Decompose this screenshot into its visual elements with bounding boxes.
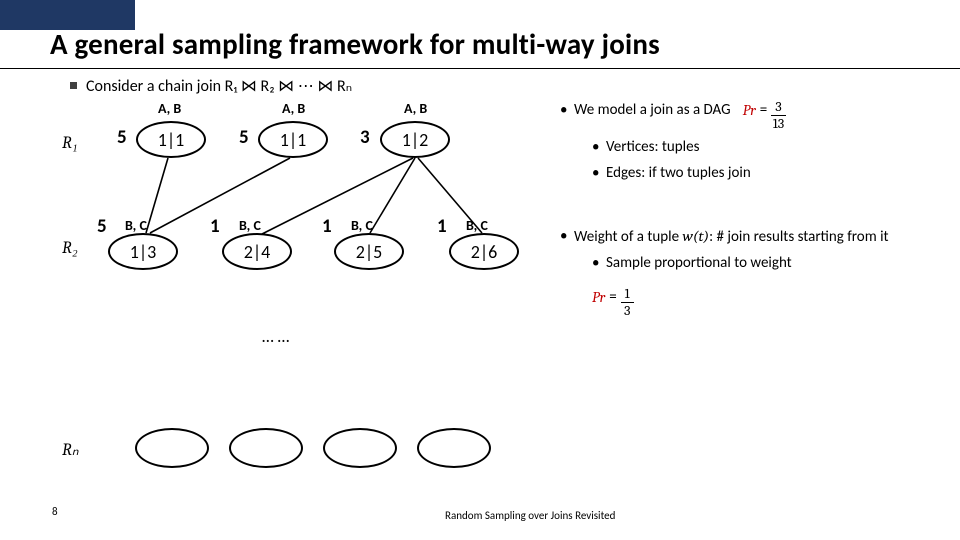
- bullet-sample: Sample proportional to weight: [606, 253, 792, 273]
- node-weight: 5: [97, 215, 107, 238]
- footer-caption: Random Sampling over Joins Revisited: [445, 509, 615, 522]
- consider-line: Consider a chain join R₁ ⋈ R₂ ⋈ ⋯ ⋈ Rₙ: [86, 76, 352, 96]
- slide-title: A general sampling framework for multi-w…: [50, 26, 660, 62]
- node-head: A, B: [282, 100, 305, 117]
- relation-r2: R₂: [62, 238, 78, 258]
- title-underline: [0, 68, 960, 69]
- node-head: B, C: [351, 217, 373, 234]
- r2-node-3: 2|6: [449, 233, 519, 270]
- relation-r1: R₁: [62, 133, 78, 153]
- node-value: 1|2: [402, 129, 429, 151]
- node-weight: 1: [210, 215, 220, 238]
- r1-node-1: 1|1: [258, 121, 328, 158]
- bullet-dot-icon: •: [592, 137, 606, 157]
- bullet-vertices: Vertices: tuples: [606, 137, 699, 157]
- pr2-eq: =: [605, 287, 620, 307]
- node-head: A, B: [158, 100, 181, 117]
- node-value: 1|3: [130, 241, 157, 263]
- node-value: 1|1: [280, 129, 307, 151]
- page-number: 8: [52, 505, 58, 518]
- bullet-dag: We model a join as a DAG: [574, 100, 731, 120]
- pr2-label: Pr: [592, 287, 605, 307]
- pr1-fraction: 3 13: [771, 100, 785, 131]
- relation-rn: Rₙ: [62, 440, 79, 460]
- r2-node-1: 2|4: [222, 233, 292, 270]
- rn-node-1: [229, 428, 303, 468]
- node-value: 2|6: [471, 241, 498, 263]
- bullet-dot-icon: •: [592, 163, 606, 183]
- node-head: B, C: [125, 217, 147, 234]
- node-head: A, B: [404, 100, 427, 117]
- pr2-fraction: 1 3: [621, 287, 634, 318]
- bullet-dot-icon: •: [592, 253, 606, 273]
- node-weight: 5: [117, 126, 127, 149]
- rn-node-3: [417, 428, 491, 468]
- pr1-num: 3: [771, 100, 785, 116]
- rn-node-0: [135, 428, 209, 468]
- pr1-den: 13: [773, 116, 785, 131]
- bullet-icon: [70, 82, 77, 89]
- node-head: B, C: [239, 217, 261, 234]
- node-weight: 3: [360, 126, 370, 149]
- r2-node-2: 2|5: [334, 233, 404, 270]
- right-panel: • We model a join as a DAG Pr = 3 13 • V…: [560, 100, 950, 324]
- pr1-eq: =: [756, 100, 771, 120]
- vertical-ellipsis: … …: [262, 326, 289, 347]
- r1-node-2: 1|2: [380, 121, 450, 158]
- bullet-edges: Edges: if two tuples join: [606, 163, 751, 183]
- node-value: 2|5: [356, 241, 383, 263]
- rn-node-2: [323, 428, 397, 468]
- bullet-dot-icon: •: [560, 100, 574, 120]
- node-head: B, C: [466, 217, 488, 234]
- pr1-label: Pr: [743, 100, 756, 120]
- node-weight: 5: [239, 126, 249, 149]
- node-weight: 1: [437, 215, 447, 238]
- pr2-num: 1: [621, 287, 634, 303]
- bullet-weight: Weight of a tuple w(t): # join results s…: [574, 226, 889, 247]
- node-value: 1|1: [158, 129, 185, 151]
- pr2-den: 3: [624, 303, 630, 318]
- bullet-dot-icon: •: [560, 226, 574, 246]
- node-weight: 1: [322, 215, 332, 238]
- node-value: 2|4: [244, 241, 271, 263]
- r1-node-0: 1|1: [136, 121, 206, 158]
- r2-node-0: 1|3: [108, 233, 178, 270]
